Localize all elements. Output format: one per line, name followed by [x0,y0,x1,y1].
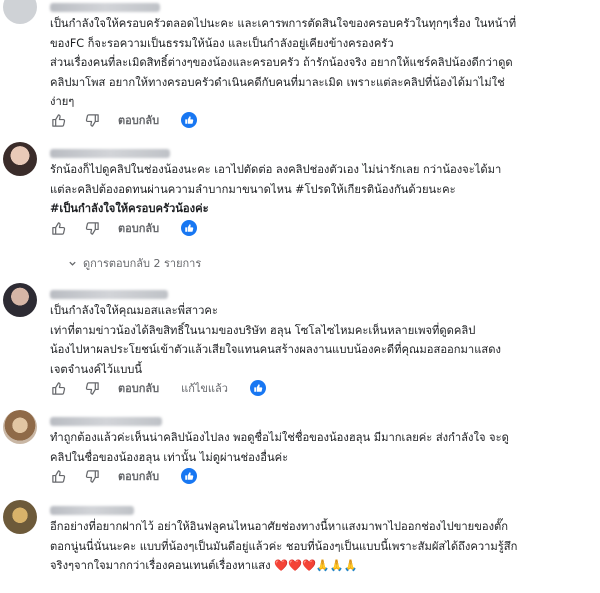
comment-actions: ตอบกลับ แก้ไขแล้ว [50,378,266,398]
comment-line: ของFC ก็จะรอความเป็นธรรมให้น้อง และเป็นก… [50,36,394,50]
comment-line: #เป็นกำลังใจให้ครอบครัวน้องค่ะ [50,202,209,215]
view-replies-link[interactable]: ดูการตอบกลับ 2 รายการ [68,254,201,272]
comment-line: ง่ายๆ [50,95,75,108]
comment-line: รักน้องก็ไปดูคลิปในช่องน้องนะคะ เอาไปตัด… [50,163,502,176]
comment-line: แต่ละคลิปต้องอดทนผ่านความลำบากมาขนาดไหน … [50,182,456,196]
chevron-down-icon [68,259,77,268]
comment-line: อีกอย่างที่อยากฝากไว้ อย่าให้อินฟลูคนไหน… [50,520,509,533]
avatar[interactable] [3,283,37,317]
reply-button[interactable]: ตอบกลับ [118,219,159,237]
comment-line: เท่าที่ตามข่าวน้องได้ลิขสิทธิ์ในนามของบร… [50,323,476,337]
comment-line: ส่วนเรื่องคนที่ละเมิดสิทธิ์ต่างๆของน้องแ… [50,56,513,69]
avatar[interactable] [3,0,37,24]
comment-line: จริงๆจากใจมากกว่าเรื่องคอนเทนต์เรื่องหาแ… [50,559,358,572]
thumbs-up-icon[interactable] [50,220,66,236]
commenter-name-blurred[interactable] [50,417,162,426]
comment-text: เป็นกำลังใจให้คุณมอสและพี่สาวคะ เท่าที่ต… [50,301,598,379]
comment-line: เจตจำนงค์ไว้แบบนี้ [50,362,143,376]
comment-text: อีกอย่างที่อยากฝากไว้ อย่าให้อินฟลูคนไหน… [50,517,598,576]
comment-line: คลิปในชื่อของน้องฮลุน เท่านั้น ไม่ดูผ่าน… [50,450,289,464]
comment-line: ตอกนู่นนี่นั่นนะคะ แบบที่น้องๆเป็นมันดีอ… [50,539,518,553]
like-reaction-icon[interactable] [181,112,198,128]
commenter-name-blurred[interactable] [50,290,168,299]
avatar[interactable] [3,410,37,444]
reply-button[interactable]: ตอบกลับ [118,111,159,129]
thumbs-up-icon[interactable] [50,380,66,396]
comment-actions: ตอบกลับ [50,218,198,238]
thumbs-down-icon[interactable] [84,220,100,236]
comment-line: เป็นกำลังใจให้ครอบครัวตลอดไปนะคะ และเคาร… [50,17,517,30]
avatar[interactable] [3,142,37,176]
thumbs-down-icon[interactable] [84,380,100,396]
like-reaction-icon[interactable] [181,220,198,236]
comment-text: ทำถูกต้องแล้วค่ะเห็นน่าคลิปน้องไปลง พอดู… [50,428,598,467]
reply-button[interactable]: ตอบกลับ [118,379,159,397]
view-replies-label: ดูการตอบกลับ 2 รายการ [83,257,202,270]
comment-line: คลิปมาโพส อยากให้ทางครอบครัวดำเนินคดีกับ… [50,75,505,89]
thumbs-up-icon[interactable] [50,112,66,128]
thumbs-up-icon[interactable] [50,468,66,484]
like-reaction-icon[interactable] [181,468,198,484]
edited-label[interactable]: แก้ไขแล้ว [181,379,228,397]
reply-button[interactable]: ตอบกลับ [118,467,159,485]
like-reaction-icon[interactable] [249,380,266,396]
comment-actions: ตอบกลับ [50,110,198,130]
comment-text: เป็นกำลังใจให้ครอบครัวตลอดไปนะคะ และเคาร… [50,14,598,112]
comment-line: เป็นกำลังใจให้คุณมอสและพี่สาวคะ [50,304,218,317]
comment-line: ทำถูกต้องแล้วค่ะเห็นน่าคลิปน้องไปลง พอดู… [50,431,509,444]
commenter-name-blurred[interactable] [50,149,170,158]
comment-actions: ตอบกลับ [50,466,198,486]
comment-text: รักน้องก็ไปดูคลิปในช่องน้องนะคะ เอาไปตัด… [50,160,598,219]
comment-line: น้องไปหาผลประโยชน์เข้าตัวแล้วเสียใจแทนคน… [50,343,501,356]
avatar[interactable] [3,500,37,534]
thumbs-down-icon[interactable] [84,468,100,484]
commenter-name-blurred[interactable] [50,3,160,12]
commenter-name-blurred[interactable] [50,506,134,515]
thumbs-down-icon[interactable] [84,112,100,128]
